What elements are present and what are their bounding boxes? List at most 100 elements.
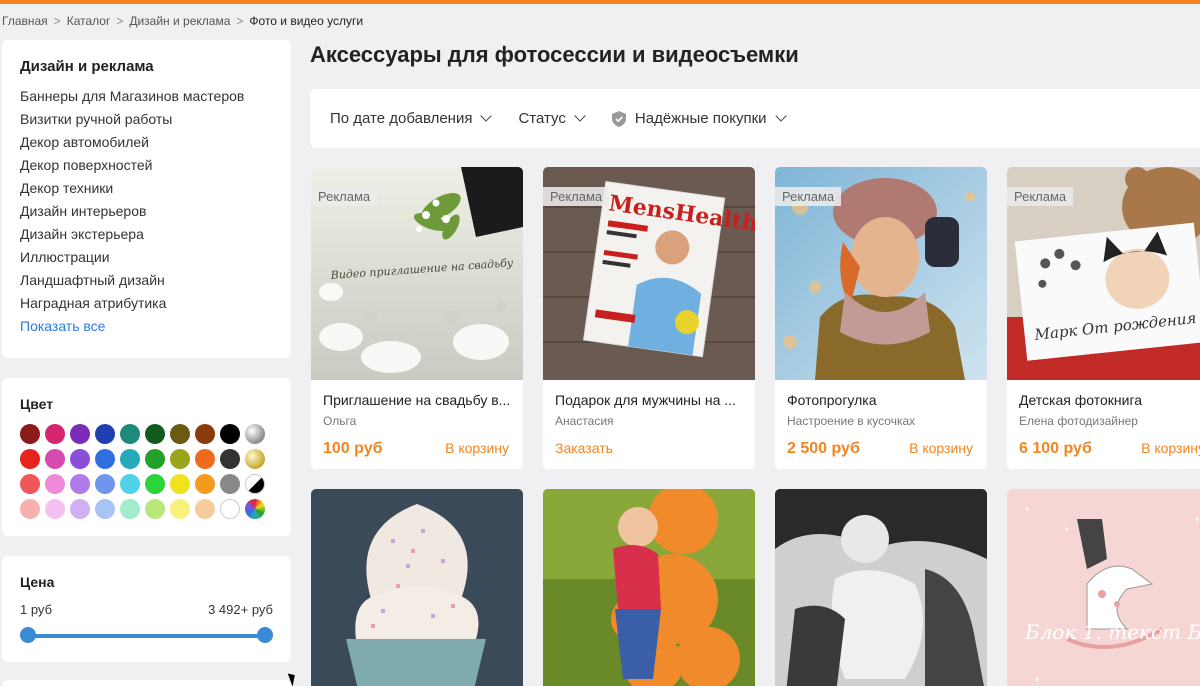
ad-badge: Реклама <box>775 187 842 206</box>
add-to-cart-button[interactable]: В корзину <box>909 440 973 456</box>
category-item[interactable]: Наградная атрибутика <box>20 292 273 315</box>
category-item[interactable]: Дизайн экстерьера <box>20 223 273 246</box>
product-image[interactable]: Блок 1. текст БЛОК 2. ЛЮБОЙ ТЕКСТ НА ВАШ… <box>1007 489 1200 686</box>
color-swatch[interactable] <box>195 499 215 519</box>
product-title[interactable]: Приглашение на свадьбу в... <box>323 392 511 408</box>
product-image[interactable]: MensHealth Реклама <box>543 167 755 380</box>
color-swatch[interactable] <box>195 449 215 469</box>
breadcrumb-design[interactable]: Дизайн и реклама <box>129 14 230 28</box>
color-swatch[interactable] <box>70 424 90 444</box>
price-range-slider[interactable] <box>20 627 273 643</box>
add-to-cart-button[interactable]: В корзину <box>445 440 509 456</box>
show-all-link[interactable]: Показать все <box>20 315 273 338</box>
product-title[interactable]: Детская фотокнига <box>1019 392 1200 408</box>
category-item[interactable]: Визитки ручной работы <box>20 108 273 131</box>
color-filter-panel: Цвет <box>2 378 291 536</box>
chevron-down-icon <box>480 110 493 122</box>
color-swatch[interactable] <box>45 449 65 469</box>
product-card[interactable]: Реклама Фотопрогулка Настроение в кусочк… <box>775 167 987 469</box>
color-swatch[interactable] <box>70 449 90 469</box>
product-image[interactable] <box>543 489 755 686</box>
product-card[interactable] <box>311 489 523 686</box>
color-swatch[interactable] <box>20 424 40 444</box>
color-swatch[interactable] <box>220 449 240 469</box>
color-swatch[interactable] <box>45 474 65 494</box>
category-item[interactable]: Декор поверхностей <box>20 154 273 177</box>
color-swatch[interactable] <box>195 474 215 494</box>
product-image[interactable] <box>311 489 523 686</box>
color-swatch[interactable] <box>145 449 165 469</box>
chevron-down-icon <box>574 110 586 122</box>
color-swatch[interactable] <box>220 474 240 494</box>
breadcrumb: Главная > Каталог > Дизайн и реклама > Фото и … <box>2 14 363 28</box>
seller-name[interactable]: Анастасия <box>555 414 743 428</box>
breadcrumb-separator: > <box>116 14 124 28</box>
color-swatch[interactable] <box>95 449 115 469</box>
safe-purchase-label: Надёжные покупки <box>634 110 767 127</box>
color-swatch[interactable] <box>245 474 265 494</box>
product-image[interactable]: Реклама <box>775 167 987 380</box>
color-swatch[interactable] <box>20 499 40 519</box>
color-swatch[interactable] <box>70 499 90 519</box>
product-card[interactable]: Марк От рождения до года Реклама Детская… <box>1007 167 1200 469</box>
safe-purchase-dropdown[interactable]: Надёжные покупки <box>611 110 787 127</box>
color-swatch[interactable] <box>220 499 240 519</box>
product-card[interactable] <box>543 489 755 686</box>
color-swatch[interactable] <box>120 449 140 469</box>
color-swatch[interactable] <box>45 424 65 444</box>
color-swatch[interactable] <box>195 424 215 444</box>
price-max-value: 3 492+ руб <box>208 602 273 617</box>
color-swatch[interactable] <box>145 499 165 519</box>
status-label: Статус <box>518 110 566 127</box>
category-item[interactable]: Дизайн интерьеров <box>20 200 273 223</box>
price-slider-min-handle[interactable] <box>20 627 36 643</box>
product-card[interactable] <box>775 489 987 686</box>
color-swatch[interactable] <box>95 499 115 519</box>
color-swatch[interactable] <box>170 424 190 444</box>
product-title[interactable]: Фотопрогулка <box>787 392 975 408</box>
product-title[interactable]: Подарок для мужчины на ... <box>555 392 743 408</box>
category-item[interactable]: Ландшафтный дизайн <box>20 269 273 292</box>
product-image[interactable]: Видео приглашение на свадьбу Реклама <box>311 167 523 380</box>
breadcrumb-catalog[interactable]: Каталог <box>67 14 111 28</box>
color-swatch[interactable] <box>170 499 190 519</box>
price-slider-max-handle[interactable] <box>257 627 273 643</box>
color-swatch[interactable] <box>120 474 140 494</box>
color-swatch[interactable] <box>70 474 90 494</box>
breadcrumb-home[interactable]: Главная <box>2 14 48 28</box>
category-item[interactable]: Декор техники <box>20 177 273 200</box>
category-item[interactable]: Декор автомобилей <box>20 131 273 154</box>
color-swatch[interactable] <box>20 449 40 469</box>
order-button[interactable]: Заказать <box>555 440 613 456</box>
product-card[interactable]: MensHealth Реклама Подарок для мужчины н… <box>543 167 755 469</box>
product-image[interactable] <box>775 489 987 686</box>
product-card[interactable]: Блок 1. текст БЛОК 2. ЛЮБОЙ ТЕКСТ НА ВАШ… <box>1007 489 1200 686</box>
sort-by-date-dropdown[interactable]: По дате добавления <box>330 110 493 127</box>
seller-name[interactable]: Елена фотодизайнер <box>1019 414 1200 428</box>
product-image[interactable]: Марк От рождения до года Реклама <box>1007 167 1200 380</box>
seller-name[interactable]: Настроение в кусочках <box>787 414 975 428</box>
color-swatch[interactable] <box>95 424 115 444</box>
category-item[interactable]: Иллюстрации <box>20 246 273 269</box>
color-swatch[interactable] <box>20 474 40 494</box>
seller-name[interactable]: Ольга <box>323 414 511 428</box>
color-swatch[interactable] <box>95 474 115 494</box>
color-swatch[interactable] <box>220 424 240 444</box>
color-swatch[interactable] <box>170 474 190 494</box>
product-card[interactable]: Видео приглашение на свадьбу Реклама При… <box>311 167 523 469</box>
color-swatch[interactable] <box>145 474 165 494</box>
add-to-cart-button[interactable]: В корзину <box>1141 440 1200 456</box>
status-dropdown[interactable]: Статус <box>518 110 586 127</box>
color-swatch[interactable] <box>120 424 140 444</box>
color-swatch[interactable] <box>245 424 265 444</box>
color-swatch[interactable] <box>145 424 165 444</box>
breadcrumb-separator: > <box>236 14 244 28</box>
color-swatch[interactable] <box>170 449 190 469</box>
category-item[interactable]: Баннеры для Магазинов мастеров <box>20 85 273 108</box>
color-swatch[interactable] <box>245 449 265 469</box>
color-swatch[interactable] <box>45 499 65 519</box>
color-swatch[interactable] <box>245 499 265 519</box>
page-title: Аксессуары для фотосессии и видеосъемки <box>310 42 799 67</box>
color-swatch[interactable] <box>120 499 140 519</box>
filter-bar: По дате добавления Статус Надёжные покуп… <box>310 89 1200 148</box>
